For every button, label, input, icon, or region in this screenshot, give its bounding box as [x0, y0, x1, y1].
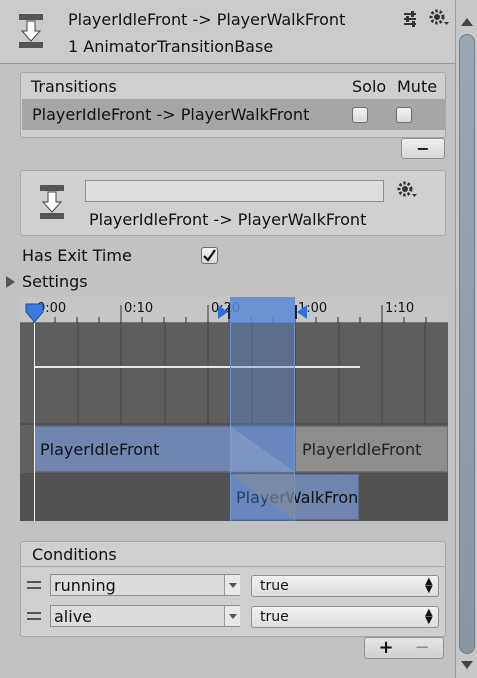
condition-value-select[interactable]: true ▲ ▼	[251, 575, 439, 597]
inspector-header: PlayerIdleFront -> PlayerWalkFront 1 Ani…	[0, 0, 455, 64]
has-exit-time-checkbox[interactable]	[201, 247, 218, 264]
select-arrows-icon: ▲ ▼	[425, 607, 433, 626]
condition-parameter-value: alive	[54, 607, 93, 626]
transition-end-marker-icon[interactable]	[295, 305, 307, 319]
checkmark-icon	[203, 249, 216, 262]
scroll-thumb[interactable]	[459, 34, 475, 654]
remove-condition-button[interactable]: −	[407, 638, 437, 658]
playhead-handle-icon[interactable]	[25, 303, 44, 323]
conditions-list: Conditions running true ▲ ▼ alive true ▲ ▼	[20, 541, 446, 637]
dropdown-arrow-icon[interactable]	[224, 606, 240, 626]
transition-row-label: PlayerIdleFront -> PlayerWalkFront	[32, 105, 310, 124]
tick-label: 0:10	[124, 301, 154, 316]
transition-start-marker-icon[interactable]	[218, 305, 230, 319]
transitions-heading: Transitions	[31, 77, 117, 96]
transition-timeline[interactable]: PlayerIdleFront PlayerIdleFront PlayerWa…	[20, 323, 448, 521]
remove-condition-label: −	[414, 637, 430, 658]
mute-column-label: Mute	[397, 77, 438, 96]
condition-parameter-value: running	[54, 576, 116, 595]
vertical-scrollbar[interactable]	[455, 0, 477, 678]
condition-row[interactable]: running true ▲ ▼	[21, 572, 445, 600]
settings-foldout[interactable]: Settings	[6, 272, 126, 292]
tick-label: 1:10	[385, 301, 415, 316]
scroll-up-arrow-icon[interactable]	[461, 18, 473, 26]
source-clip-repeat[interactable]: PlayerIdleFront	[295, 426, 448, 472]
remove-transition-label: −	[416, 139, 430, 158]
source-clip-label: PlayerIdleFront	[40, 440, 160, 459]
condition-row[interactable]: alive true ▲ ▼	[21, 603, 445, 631]
has-exit-time-label: Has Exit Time	[22, 246, 132, 265]
transition-detail-gear-icon[interactable]	[396, 180, 418, 200]
conditions-divider	[21, 566, 445, 567]
foldout-arrow-icon	[6, 276, 15, 288]
mute-checkbox[interactable]	[396, 107, 412, 123]
blend-diagonal	[230, 426, 295, 520]
transition-icon	[17, 12, 45, 50]
source-clip-repeat-label: PlayerIdleFront	[302, 440, 422, 459]
playhead-line	[34, 323, 35, 521]
transition-detail-label: PlayerIdleFront -> PlayerWalkFront	[89, 210, 367, 229]
header-subtitle: 1 AnimatorTransitionBase	[68, 37, 274, 56]
transition-name-input[interactable]	[85, 180, 384, 202]
condition-value-select[interactable]: true ▲ ▼	[251, 606, 439, 628]
transition-detail-header: PlayerIdleFront -> PlayerWalkFront	[20, 170, 446, 236]
scroll-down-arrow-icon[interactable]	[461, 661, 473, 669]
gear-icon[interactable]	[428, 8, 450, 28]
condition-value-label: true	[260, 609, 289, 625]
settings-label: Settings	[22, 272, 88, 291]
drag-handle-icon[interactable]	[27, 612, 41, 620]
condition-parameter-field[interactable]: alive	[50, 605, 240, 627]
condition-value-label: true	[260, 578, 289, 594]
transition-range-bar[interactable]	[230, 297, 295, 323]
remove-transition-button[interactable]: −	[401, 138, 445, 159]
transition-row[interactable]: PlayerIdleFront -> PlayerWalkFront	[22, 99, 445, 130]
header-title: PlayerIdleFront -> PlayerWalkFront	[68, 10, 346, 29]
transitions-list: Transitions Solo Mute PlayerIdleFront ->…	[20, 72, 446, 138]
solo-checkbox[interactable]	[352, 107, 368, 123]
select-arrows-icon: ▲ ▼	[425, 576, 433, 595]
conditions-heading: Conditions	[32, 545, 117, 564]
add-condition-label: +	[378, 637, 394, 658]
condition-footer: + −	[364, 637, 444, 659]
solo-column-label: Solo	[352, 77, 387, 96]
preset-icon[interactable]	[401, 10, 419, 28]
transition-detail-icon	[38, 183, 66, 221]
condition-parameter-field[interactable]: running	[50, 574, 240, 596]
dropdown-arrow-icon[interactable]	[224, 575, 240, 595]
add-condition-button[interactable]: +	[371, 638, 401, 658]
drag-handle-icon[interactable]	[27, 581, 41, 589]
